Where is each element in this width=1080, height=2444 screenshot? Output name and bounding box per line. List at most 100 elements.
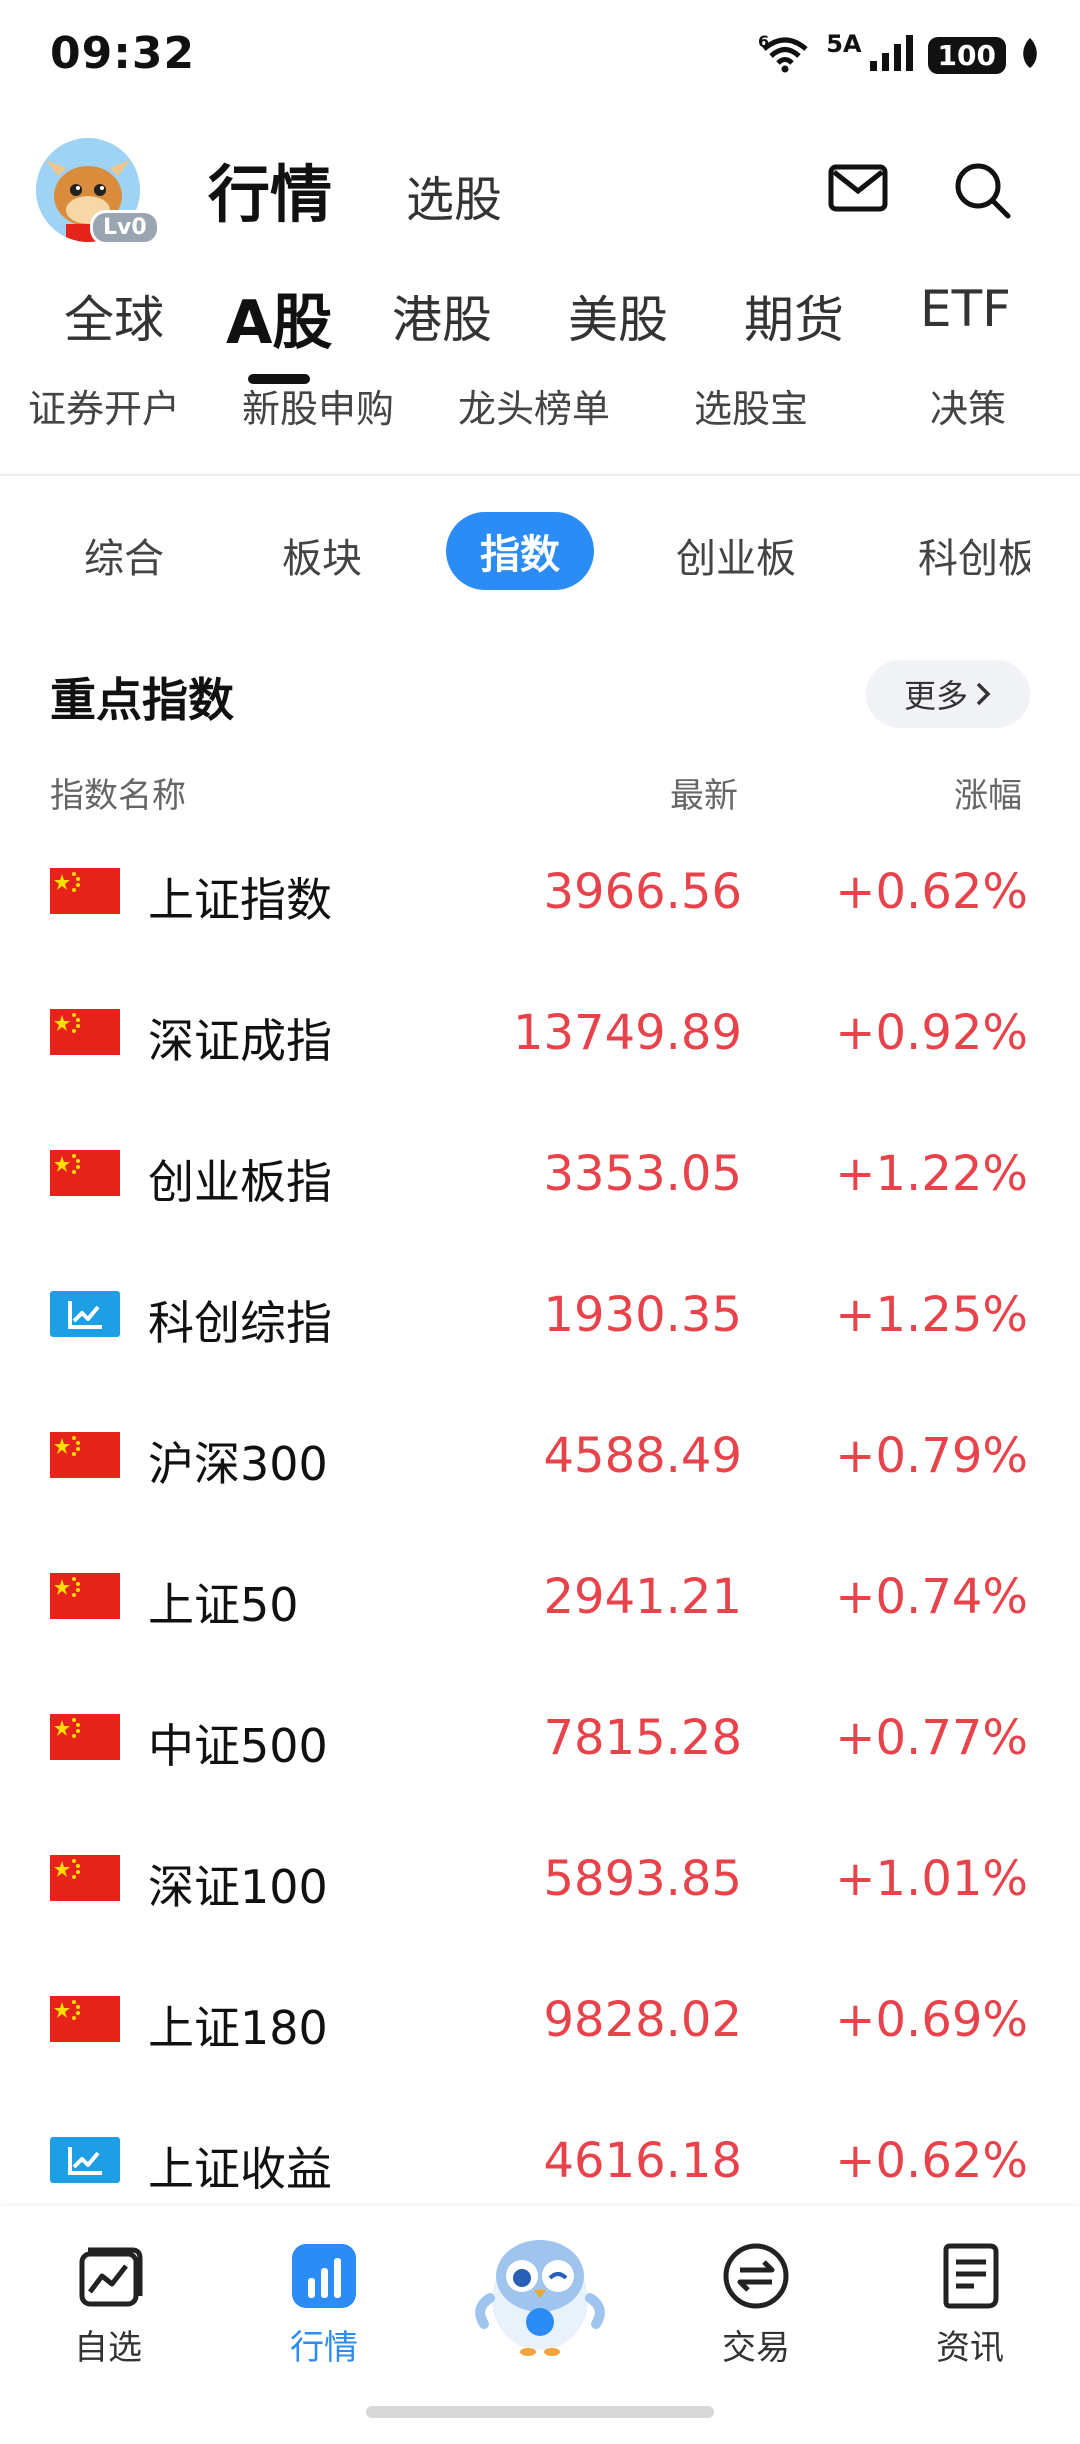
index-latest: 7815.28 xyxy=(543,1710,743,1766)
index-row[interactable]: 创业板指 3353.05 +1.22% xyxy=(0,1102,1080,1242)
tab-futures[interactable]: 期货 xyxy=(744,280,844,352)
index-change: +0.79% xyxy=(835,1428,1028,1484)
market-icon xyxy=(292,2244,356,2308)
index-latest: 5893.85 xyxy=(543,1851,743,1907)
index-change: +0.62% xyxy=(835,2133,1028,2189)
cn-flag-icon xyxy=(50,1996,120,2042)
tab-star-market[interactable]: 科创板 xyxy=(918,526,1030,584)
index-name: 中证500 xyxy=(148,1719,328,1773)
index-change: +0.77% xyxy=(835,1710,1028,1766)
cn-flag-icon xyxy=(50,868,120,914)
stock-picker-tab[interactable]: 选股 xyxy=(406,160,502,230)
tab-indices[interactable]: 指数 xyxy=(446,512,594,590)
index-name: 深证成指 xyxy=(148,1014,332,1068)
category-tabs: 综合 板块 指数 创业板 科创板 xyxy=(0,512,1080,592)
index-row[interactable]: 深证成指 13749.89 +0.92% xyxy=(0,961,1080,1101)
index-change: +1.01% xyxy=(835,1851,1028,1907)
index-name: 创业板指 xyxy=(148,1155,332,1209)
index-row[interactable]: 上证180 9828.02 +0.69% xyxy=(0,1948,1080,2088)
cn-flag-icon xyxy=(50,1432,120,1478)
link-open-account[interactable]: 证券开户 xyxy=(28,378,180,433)
index-change: +0.74% xyxy=(835,1569,1028,1625)
index-name: 上证50 xyxy=(148,1578,299,1632)
index-latest: 1930.35 xyxy=(543,1287,743,1343)
nav-mascot[interactable] xyxy=(460,2206,620,2360)
tab-chinext[interactable]: 创业板 xyxy=(676,526,796,584)
col-header-latest[interactable]: 最新 xyxy=(670,768,738,817)
status-icons: 6 5A 100 xyxy=(758,30,1040,80)
news-icon xyxy=(943,2243,999,2309)
index-name: 科创综指 xyxy=(148,1296,332,1350)
nav-market[interactable]: 行情 xyxy=(244,2206,404,2369)
mascot-icon xyxy=(475,2240,605,2356)
index-name: 上证180 xyxy=(148,2001,328,2055)
more-button[interactable]: 更多 xyxy=(866,660,1030,728)
index-row[interactable]: 上证50 2941.21 +0.74% xyxy=(0,1525,1080,1665)
nav-label: 交易 xyxy=(722,2328,790,2368)
chevron-right-icon xyxy=(976,682,991,706)
index-name: 上证指数 xyxy=(148,873,332,927)
link-leader-board[interactable]: 龙头榜单 xyxy=(458,378,610,433)
index-row[interactable]: 科创综指 1930.35 +1.25% xyxy=(0,1243,1080,1383)
link-stock-picker[interactable]: 选股宝 xyxy=(694,378,808,433)
quick-links: 证券开户 新股申购 龙头榜单 选股宝 决策 xyxy=(0,378,1080,438)
index-name: 沪深300 xyxy=(148,1437,328,1491)
nav-watchlist[interactable]: 自选 xyxy=(28,2206,188,2369)
battery-level: 100 xyxy=(927,36,1006,74)
index-row[interactable]: 沪深300 4588.49 +0.79% xyxy=(0,1384,1080,1524)
page-title[interactable]: 行情 xyxy=(208,144,332,234)
index-row[interactable]: 上证指数 3966.56 +0.62% xyxy=(0,820,1080,960)
level-badge: Lv0 xyxy=(90,210,160,245)
index-latest: 3353.05 xyxy=(543,1146,743,1202)
section-title: 重点指数 xyxy=(50,673,234,727)
tab-sectors[interactable]: 板块 xyxy=(282,526,362,584)
cn-flag-icon xyxy=(50,1150,120,1196)
tab-hk[interactable]: 港股 xyxy=(392,280,492,352)
tab-overview[interactable]: 综合 xyxy=(84,526,164,584)
nav-label: 自选 xyxy=(74,2328,142,2368)
cn-flag-icon xyxy=(50,1009,120,1055)
home-indicator xyxy=(366,2406,714,2418)
network-label: 5A xyxy=(826,30,862,58)
nav-label: 行情 xyxy=(290,2328,358,2368)
col-header-change[interactable]: 涨幅 xyxy=(954,768,1022,817)
index-change: +0.92% xyxy=(835,1005,1028,1061)
chart-icon xyxy=(50,2137,120,2183)
index-change: +0.69% xyxy=(835,1992,1028,2048)
col-header-name: 指数名称 xyxy=(50,776,186,816)
index-change: +0.62% xyxy=(835,864,1028,920)
link-ipo-subscribe[interactable]: 新股申购 xyxy=(242,378,394,433)
watchlist-icon xyxy=(79,2247,143,2307)
index-latest: 2941.21 xyxy=(543,1569,743,1625)
index-row[interactable]: 深证100 5893.85 +1.01% xyxy=(0,1807,1080,1947)
nav-news[interactable]: 资讯 xyxy=(890,2206,1050,2369)
cn-flag-icon xyxy=(50,1573,120,1619)
cn-flag-icon xyxy=(50,1714,120,1760)
index-latest: 3966.56 xyxy=(543,864,743,920)
divider xyxy=(0,474,1080,476)
cn-flag-icon xyxy=(50,1855,120,1901)
nav-label: 资讯 xyxy=(936,2328,1004,2368)
index-latest: 13749.89 xyxy=(512,1005,742,1061)
signal-icon xyxy=(869,35,914,75)
mail-icon[interactable] xyxy=(828,164,888,216)
status-time: 09:32 xyxy=(50,28,196,79)
market-tabs: 全球 A股 港股 美股 期货 ETF xyxy=(0,280,1080,360)
search-icon[interactable] xyxy=(952,160,1014,226)
tab-a-shares[interactable]: A股 xyxy=(226,274,332,361)
leaf-icon xyxy=(1020,36,1040,74)
index-name: 深证100 xyxy=(148,1860,328,1914)
tab-global[interactable]: 全球 xyxy=(64,280,164,352)
index-latest: 4616.18 xyxy=(543,2133,743,2189)
wifi-icon: 6 xyxy=(758,32,812,77)
nav-trade[interactable]: 交易 xyxy=(676,2206,836,2369)
index-row[interactable]: 中证500 7815.28 +0.77% xyxy=(0,1666,1080,1806)
tab-etf[interactable]: ETF xyxy=(920,280,1011,338)
more-label: 更多 xyxy=(903,677,968,715)
link-decision[interactable]: 决策 xyxy=(930,378,1006,433)
index-change: +1.25% xyxy=(835,1287,1028,1343)
tab-us[interactable]: 美股 xyxy=(568,280,668,352)
index-latest: 4588.49 xyxy=(543,1428,743,1484)
chart-icon xyxy=(50,1291,120,1337)
index-name: 上证收益 xyxy=(148,2142,332,2196)
